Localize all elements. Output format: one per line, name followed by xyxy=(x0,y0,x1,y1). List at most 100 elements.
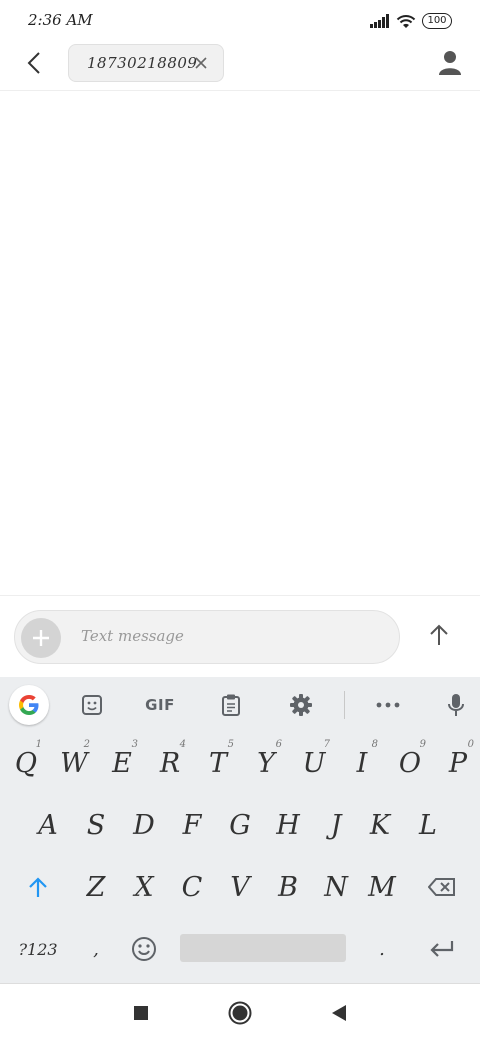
key-p[interactable]: P0 xyxy=(436,737,480,789)
period-key[interactable]: . xyxy=(362,923,402,975)
message-input[interactable]: Text message xyxy=(14,610,400,664)
key-label: O xyxy=(398,747,422,779)
key-hint: 8 xyxy=(371,739,378,750)
key-q[interactable]: Q1 xyxy=(4,737,48,789)
key-hint: 2 xyxy=(83,739,90,750)
comma-key[interactable]: , xyxy=(76,923,116,975)
key-r[interactable]: R4 xyxy=(148,737,192,789)
key-hint: 0 xyxy=(467,739,474,750)
key-y[interactable]: Y6 xyxy=(244,737,288,789)
key-label: R xyxy=(159,747,181,779)
key-i[interactable]: I8 xyxy=(340,737,384,789)
signal-icon xyxy=(370,14,389,28)
key-n[interactable]: N xyxy=(314,861,358,913)
back-nav-button[interactable] xyxy=(326,1000,352,1026)
key-hint: 3 xyxy=(131,739,138,750)
key-d[interactable]: D xyxy=(122,799,166,851)
key-label: U xyxy=(302,747,326,779)
key-label: E xyxy=(112,747,132,779)
emoji-icon xyxy=(132,937,156,961)
key-label: W xyxy=(60,747,88,779)
clipboard-icon xyxy=(222,694,240,716)
key-w[interactable]: W2 xyxy=(52,737,96,789)
google-button[interactable] xyxy=(9,685,49,725)
key-g[interactable]: G xyxy=(218,799,262,851)
key-f[interactable]: F xyxy=(170,799,214,851)
enter-icon xyxy=(430,941,454,957)
key-v[interactable]: V xyxy=(218,861,262,913)
key-s[interactable]: S xyxy=(74,799,118,851)
message-placeholder: Text message xyxy=(81,627,184,645)
key-hint: 4 xyxy=(179,739,186,750)
google-icon xyxy=(19,695,39,715)
more-button[interactable] xyxy=(368,685,408,725)
home-button[interactable] xyxy=(227,1000,253,1026)
key-label: I xyxy=(356,747,368,779)
key-b[interactable]: B xyxy=(266,861,310,913)
key-hint: 9 xyxy=(419,739,426,750)
square-icon xyxy=(134,1006,148,1020)
key-label: Y xyxy=(257,747,275,779)
key-k[interactable]: K xyxy=(358,799,402,851)
symbols-key[interactable]: ?123 xyxy=(10,923,66,975)
recipient-number: 18730218809 xyxy=(87,54,198,72)
recipient-chip[interactable]: 18730218809 xyxy=(68,44,224,82)
key-j[interactable]: J xyxy=(314,799,358,851)
settings-button[interactable] xyxy=(281,685,321,725)
compose-bar: Text message xyxy=(0,595,480,678)
back-triangle-icon xyxy=(332,1005,346,1021)
keyboard: G I F Q 1 W 2 E 3 R 4 T 5 Y 6 U 7 I 8 O 9 … xyxy=(0,677,480,983)
key-e[interactable]: E3 xyxy=(100,737,144,789)
emoji-key[interactable] xyxy=(122,923,166,975)
voice-input-button[interactable] xyxy=(436,685,476,725)
key-hint: 6 xyxy=(275,739,282,750)
back-button[interactable] xyxy=(20,48,48,78)
shift-arrow-icon xyxy=(29,877,47,897)
key-u[interactable]: U7 xyxy=(292,737,336,789)
gif-button[interactable]: GIF xyxy=(140,685,180,725)
key-hint: 7 xyxy=(323,739,330,750)
remove-recipient-button[interactable] xyxy=(193,55,209,71)
space-bar[interactable] xyxy=(180,934,346,962)
backspace-icon xyxy=(428,878,455,896)
key-hint: 5 xyxy=(227,739,234,750)
key-o[interactable]: O9 xyxy=(388,737,432,789)
close-icon xyxy=(195,57,207,69)
sticker-button[interactable] xyxy=(72,685,112,725)
wifi-icon xyxy=(396,14,416,28)
key-h[interactable]: H xyxy=(266,799,310,851)
key-label: T xyxy=(208,747,227,779)
status-time: 2:36 AM xyxy=(28,11,93,29)
enter-key[interactable] xyxy=(420,923,464,975)
backspace-key[interactable] xyxy=(418,861,466,913)
key-hint: 1 xyxy=(35,739,42,750)
attach-button[interactable] xyxy=(21,618,61,658)
back-arrow-icon xyxy=(27,52,40,74)
key-x[interactable]: X xyxy=(122,861,166,913)
microphone-icon xyxy=(448,694,464,716)
key-a[interactable]: A xyxy=(26,799,70,851)
gif-label: GIF xyxy=(145,696,175,714)
contact-button[interactable] xyxy=(438,50,462,76)
send-button[interactable] xyxy=(422,618,456,652)
key-z[interactable]: Z xyxy=(74,861,118,913)
top-bar: 18730218809 xyxy=(0,40,480,91)
key-label: P xyxy=(448,747,468,779)
navigation-bar xyxy=(0,983,480,1041)
home-circle-icon xyxy=(228,1001,252,1025)
gear-icon xyxy=(290,694,312,716)
recents-button[interactable] xyxy=(128,1000,154,1026)
person-icon xyxy=(439,51,461,75)
arrow-up-icon xyxy=(430,624,448,645)
status-bar: 2:36 AM 100 xyxy=(0,0,480,40)
clipboard-button[interactable] xyxy=(211,685,251,725)
shift-key[interactable] xyxy=(14,861,62,913)
key-c[interactable]: C xyxy=(170,861,214,913)
toolbar-divider xyxy=(344,691,345,719)
key-l[interactable]: L xyxy=(406,799,450,851)
status-icons: 100 xyxy=(370,12,452,30)
key-label: Q xyxy=(14,747,38,779)
sticker-icon xyxy=(82,695,102,715)
key-t[interactable]: T5 xyxy=(196,737,240,789)
key-m[interactable]: M xyxy=(360,861,404,913)
